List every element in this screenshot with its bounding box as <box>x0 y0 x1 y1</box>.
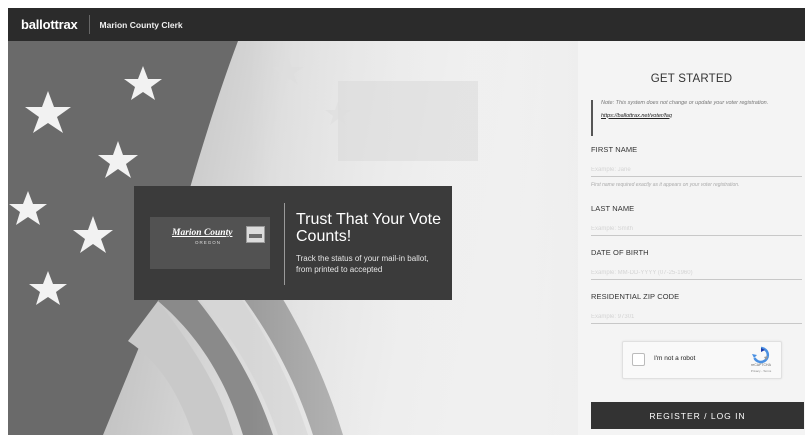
recaptcha-brand: reCAPTCHA <box>751 363 771 367</box>
register-login-button[interactable]: REGISTER / LOG IN <box>591 402 804 429</box>
panel-title: GET STARTED <box>650 73 733 85</box>
marion-county-logo: Marion County OREGON <box>150 217 270 269</box>
note-text: Note: This system does not change or upd… <box>601 100 769 106</box>
hero-flag-background: Marion County OREGON Trust That Your Vot… <box>8 41 578 435</box>
recaptcha-label: I'm not a robot <box>654 355 696 362</box>
recaptcha-checkbox[interactable] <box>632 353 645 366</box>
zip-label: RESIDENTIAL ZIP CODE <box>591 292 680 301</box>
ballottrax-logo[interactable]: ballottrax <box>8 17 78 32</box>
recaptcha-icon <box>752 346 770 364</box>
promo-heading: Trust That Your Vote Counts! <box>296 211 441 245</box>
faq-link[interactable]: https://ballottrax.net/voter/faq <box>601 113 796 119</box>
dob-input[interactable] <box>591 266 802 280</box>
zip-input[interactable] <box>591 310 802 324</box>
promo-subtext: Track the status of your mail-in ballot,… <box>296 254 429 274</box>
last-name-input[interactable] <box>591 222 802 236</box>
recaptcha-terms[interactable]: Privacy - Terms <box>741 369 781 373</box>
dob-label: DATE OF BIRTH <box>591 248 649 257</box>
county-logo-text: Marion County <box>172 228 233 238</box>
first-name-help: First name required exactly as it appear… <box>591 182 740 188</box>
first-name-input[interactable] <box>591 163 802 177</box>
get-started-panel: GET STARTED Note: This system does not c… <box>578 41 805 435</box>
promo-card: Marion County OREGON Trust That Your Vot… <box>134 186 452 300</box>
header-divider <box>88 15 90 34</box>
first-name-label: FIRST NAME <box>591 145 638 154</box>
recaptcha-widget: I'm not a robot reCAPTCHA Privacy - Term… <box>622 341 782 379</box>
last-name-label: LAST NAME <box>591 204 635 213</box>
county-logo-state: OREGON <box>195 240 222 245</box>
promo-divider <box>284 203 285 285</box>
county-clerk-title: Marion County Clerk <box>99 19 183 30</box>
app-frame: ballottrax Marion County Clerk Marion Co… <box>8 8 805 435</box>
registration-note: Note: This system does not change or upd… <box>591 100 796 136</box>
county-emblem-icon <box>246 226 265 243</box>
top-bar: ballottrax Marion County Clerk <box>8 8 805 41</box>
